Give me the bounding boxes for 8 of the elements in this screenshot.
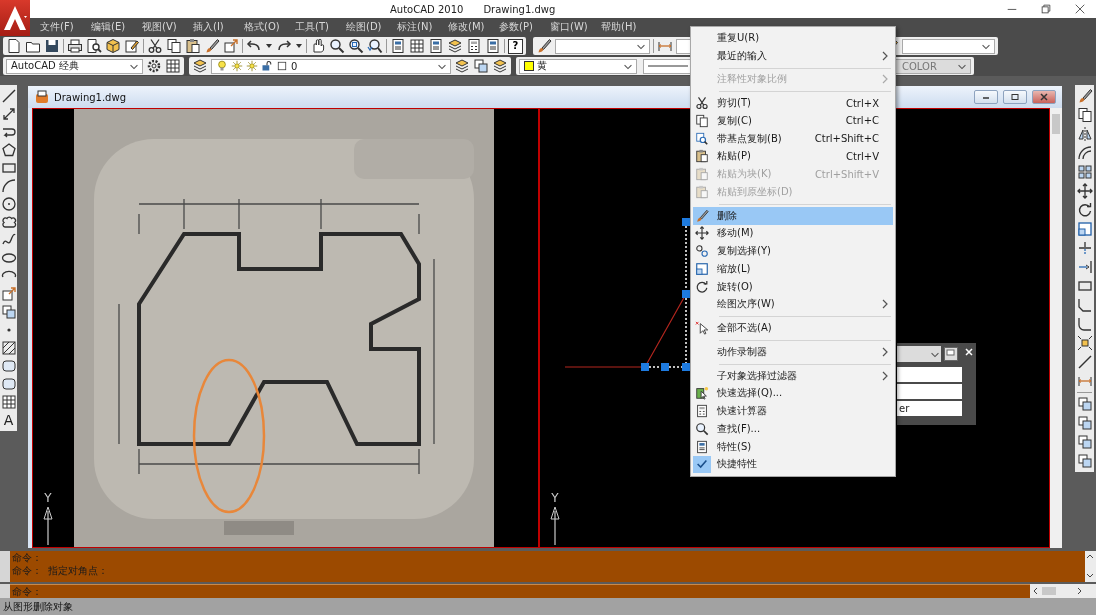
axis-label: Y xyxy=(551,492,559,505)
command-history-line: 命令： 指定对角点： xyxy=(12,564,110,577)
status-message: 从图形删除对象 xyxy=(0,598,1096,615)
drawing-window-title: Drawing1.dwg xyxy=(54,91,126,103)
command-history-line: 命令： xyxy=(12,551,43,564)
window-title: AutoCAD 2010 xyxy=(390,3,464,15)
document-title: Drawing1.dwg xyxy=(483,3,556,15)
axis-label: Y xyxy=(44,492,52,505)
